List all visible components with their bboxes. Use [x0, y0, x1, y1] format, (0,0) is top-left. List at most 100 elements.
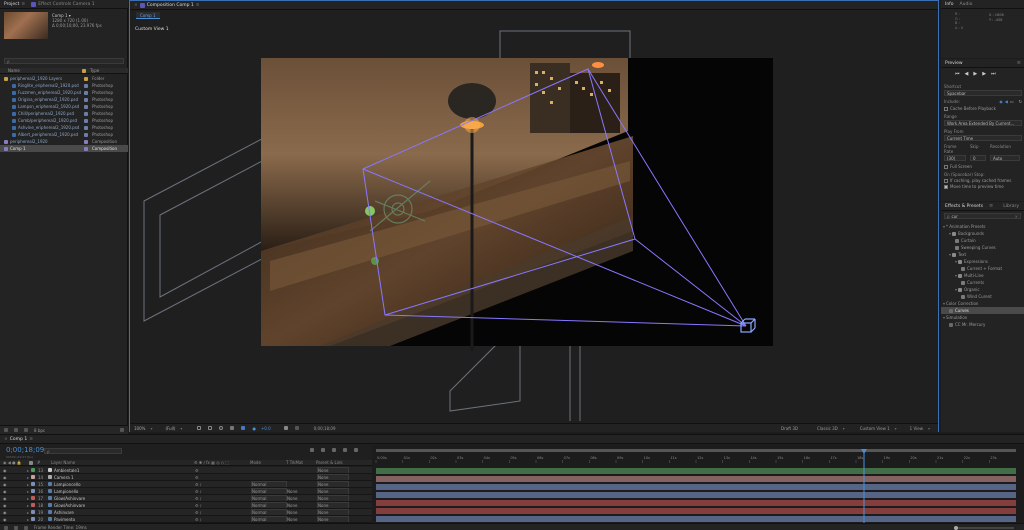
project-item[interactable]: Origina_eriphereal2_1920.psd Photoshop: [0, 96, 128, 103]
layer-row[interactable]: ◉ ▸ 17 Glow/Ashinvare ⚙ ∕ Normal None None: [0, 495, 372, 502]
label-color-swatch[interactable]: [84, 118, 88, 123]
effects-tree-item[interactable]: ▾ * Animation Presets: [941, 223, 1024, 230]
column-name[interactable]: Name: [8, 68, 82, 73]
play-from-select[interactable]: Current Time: [944, 135, 1022, 141]
close-icon[interactable]: ×: [4, 437, 8, 442]
work-area-bar[interactable]: [376, 449, 1016, 452]
effects-tree-item[interactable]: ▾ Backgrounds: [941, 230, 1024, 237]
layer-switches[interactable]: ⚙ ∕: [195, 510, 251, 515]
effects-tree-item[interactable]: ▾ Color Correction: [941, 300, 1024, 307]
layer-label-color[interactable]: [31, 503, 35, 507]
tab-effects-presets[interactable]: Effects & Presets: [945, 204, 983, 209]
layer-trkmat-select[interactable]: None: [287, 489, 317, 494]
layer-switches[interactable]: ⚙: [195, 475, 251, 480]
effects-tree-item[interactable]: Sweeping Curves: [941, 244, 1024, 251]
snapshot-icon[interactable]: [283, 426, 288, 430]
layer-parent-select[interactable]: None: [317, 495, 349, 501]
tab-project[interactable]: Project ≡: [4, 2, 25, 7]
disclosure-icon[interactable]: ▾: [943, 301, 945, 306]
layer-label-color[interactable]: [31, 517, 35, 521]
disclosure-icon[interactable]: ▾: [955, 273, 957, 278]
draft-3d-icon[interactable]: [310, 448, 314, 452]
new-folder-icon[interactable]: [14, 428, 18, 432]
timeline-timecode[interactable]: 0;00;18;09: [6, 446, 44, 454]
new-comp-icon[interactable]: [24, 428, 28, 432]
label-color-swatch[interactable]: [84, 146, 88, 151]
layer-name[interactable]: Pavimento: [54, 517, 195, 522]
trash-icon[interactable]: [120, 428, 124, 432]
effects-tree-item[interactable]: Currents: [941, 279, 1024, 286]
layer-duration-bar[interactable]: [376, 508, 1016, 514]
label-color-swatch[interactable]: [84, 90, 88, 95]
layer-row[interactable]: ◉ ▸ 14 Camera 1 ⚙ None: [0, 474, 372, 481]
renderer-select[interactable]: Classic 3D: [817, 426, 838, 431]
tab-timeline-comp[interactable]: × Comp 1 ≡: [4, 437, 33, 442]
region-icon[interactable]: [197, 426, 202, 430]
layer-label-color[interactable]: [31, 489, 35, 493]
layer-switches[interactable]: ⚙ ∕: [195, 517, 251, 522]
exposure-icon[interactable]: ●: [252, 426, 256, 431]
effects-tree-item[interactable]: Current + Format: [941, 265, 1024, 272]
layer-trkmat-select[interactable]: None: [287, 517, 317, 522]
layer-name[interactable]: Glow/Ashinvare: [54, 496, 195, 501]
include-overlay-icon[interactable]: ▭: [1010, 99, 1014, 104]
views-select[interactable]: 1 View: [910, 426, 923, 431]
layer-parent-select[interactable]: None: [317, 509, 349, 515]
layer-row[interactable]: ◉ ▸ 13 Ambientale1 ⚙ None: [0, 467, 372, 474]
last-frame-icon[interactable]: ⏭: [991, 71, 996, 77]
project-item[interactable]: Comp 1 Composition: [0, 145, 128, 152]
layer-row[interactable]: ◉ ▸ 16 Lampionello ⚙ ∕ Normal None None: [0, 488, 372, 495]
menu-icon[interactable]: ≡: [1017, 60, 1021, 66]
effects-tree-item[interactable]: ▾ Expressions: [941, 258, 1024, 265]
timeline-search-input[interactable]: ρ: [44, 448, 122, 454]
project-item[interactable]: Comb/periphereal2_1920.psd Photoshop: [0, 117, 128, 124]
disclosure-icon[interactable]: ▾: [943, 224, 945, 229]
layer-duration-bar[interactable]: [376, 476, 1016, 482]
layer-mode-select[interactable]: Normal: [251, 495, 287, 501]
visibility-icon[interactable]: ◉: [3, 482, 27, 487]
tab-composition[interactable]: × Composition Comp 1 ≡: [134, 2, 200, 8]
graph-editor-icon[interactable]: [354, 448, 358, 452]
label-color-swatch[interactable]: [84, 132, 88, 137]
interpret-footage-icon[interactable]: [4, 428, 8, 432]
shy-icon[interactable]: [321, 448, 325, 452]
label-color-swatch[interactable]: [84, 139, 88, 144]
tab-effect-controls[interactable]: Effect Controls Camera 1: [31, 1, 95, 7]
layer-row[interactable]: ◉ ▸ 19 Ashinvare ⚙ ∕ Normal None None: [0, 509, 372, 516]
effects-tree-item[interactable]: ▾ Multi-Line: [941, 272, 1024, 279]
grid-icon[interactable]: [208, 426, 213, 430]
layer-label-color[interactable]: [31, 482, 35, 486]
layer-row[interactable]: ◉ ▸ 20 Pavimento ⚙ ∕ Normal None None: [0, 516, 372, 523]
toggle-switches-icon[interactable]: [4, 525, 8, 530]
tab-library[interactable]: Library: [1003, 204, 1019, 209]
include-audio-icon[interactable]: ◀: [1005, 99, 1008, 104]
menu-icon[interactable]: ≡: [21, 2, 25, 7]
comp-sub-tab[interactable]: Comp 1: [136, 12, 160, 19]
column-type[interactable]: Type: [90, 68, 99, 73]
layer-parent-select[interactable]: None: [317, 488, 349, 494]
disclosure-icon[interactable]: ▾: [949, 231, 951, 236]
label-color-swatch[interactable]: [84, 104, 88, 109]
include-video-icon[interactable]: ◉: [999, 99, 1003, 104]
zoom-select[interactable]: 100%: [134, 426, 145, 431]
col-layer-name[interactable]: Layer Name: [51, 460, 194, 465]
layer-name[interactable]: Ambientale1: [54, 468, 195, 473]
tab-audio[interactable]: Audio: [960, 2, 973, 7]
toggle-modes-icon[interactable]: [14, 525, 18, 530]
menu-icon[interactable]: ≡: [196, 3, 200, 8]
layer-switches[interactable]: ⚙: [195, 468, 251, 473]
label-color-swatch[interactable]: [84, 83, 88, 88]
layer-parent-select[interactable]: None: [317, 516, 349, 522]
transparency-icon[interactable]: [230, 426, 235, 430]
effects-tree-item[interactable]: ▾ Simulation: [941, 314, 1024, 321]
layer-mode-select[interactable]: Normal: [251, 481, 287, 487]
label-color-swatch[interactable]: [84, 111, 88, 116]
layer-parent-select[interactable]: None: [317, 474, 349, 480]
layer-parent-select[interactable]: None: [317, 502, 349, 508]
exposure-value[interactable]: +0.0: [261, 426, 271, 431]
fast-preview-icon[interactable]: [241, 426, 246, 430]
layer-duration-bar[interactable]: [376, 492, 1016, 498]
label-color-swatch[interactable]: [84, 76, 88, 81]
range-select[interactable]: Work Area Extended By Current...: [944, 120, 1022, 126]
layer-switches[interactable]: ⚙ ∕: [195, 496, 251, 501]
